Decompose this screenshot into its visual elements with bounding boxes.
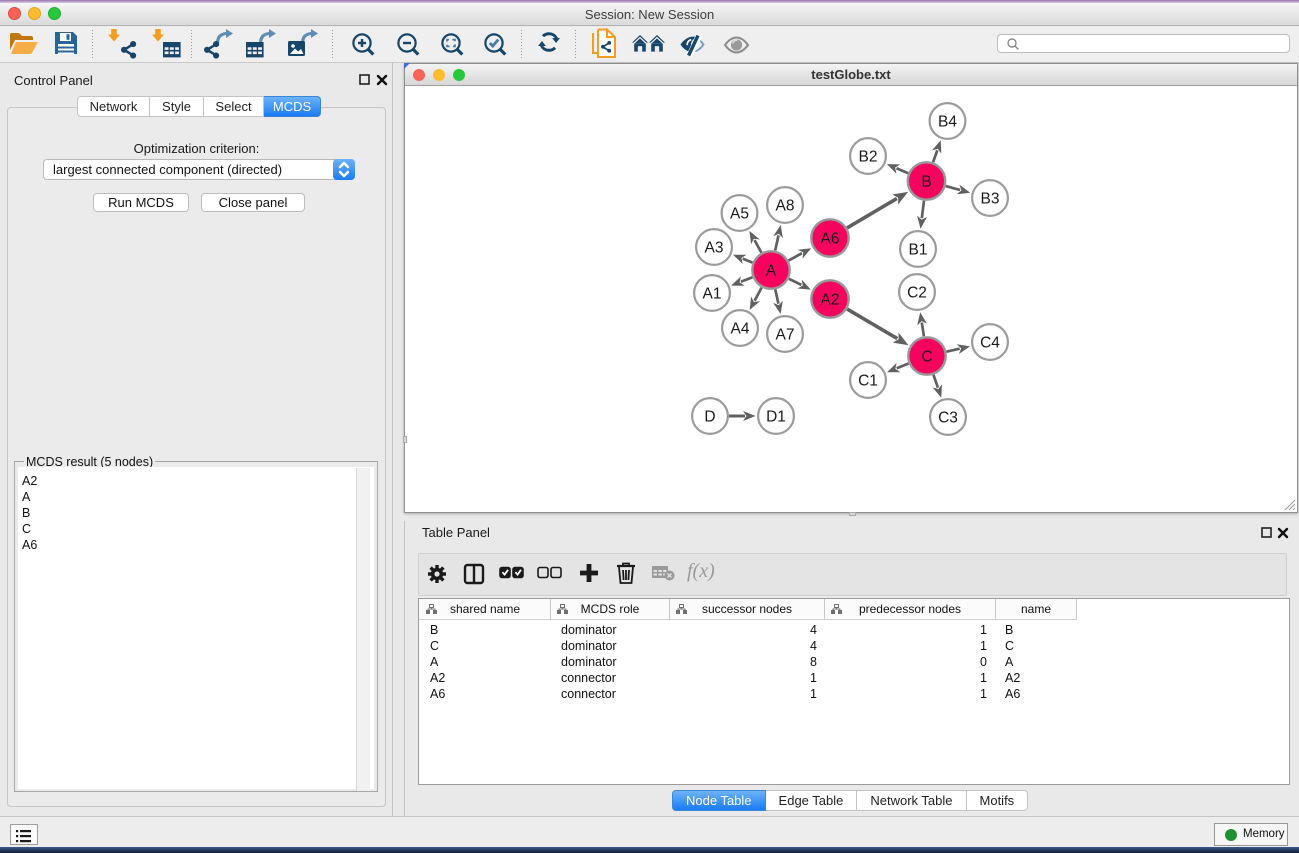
svg-text:B2: B2 bbox=[859, 149, 878, 166]
svg-text:C3: C3 bbox=[938, 410, 958, 427]
svg-text:D: D bbox=[704, 409, 715, 426]
svg-text:A3: A3 bbox=[705, 240, 724, 257]
svg-text:C4: C4 bbox=[980, 335, 1000, 352]
svg-text:A7: A7 bbox=[776, 327, 795, 344]
svg-text:C1: C1 bbox=[858, 373, 878, 390]
svg-text:B4: B4 bbox=[938, 114, 957, 131]
svg-text:D1: D1 bbox=[766, 409, 786, 426]
svg-text:B3: B3 bbox=[981, 191, 1000, 208]
svg-text:A1: A1 bbox=[703, 286, 722, 303]
svg-text:B1: B1 bbox=[909, 242, 928, 259]
svg-text:B: B bbox=[921, 174, 931, 191]
svg-text:A8: A8 bbox=[776, 198, 795, 215]
svg-text:A6: A6 bbox=[821, 231, 840, 248]
svg-text:A4: A4 bbox=[731, 321, 750, 338]
svg-text:A5: A5 bbox=[730, 206, 749, 223]
svg-text:A2: A2 bbox=[821, 292, 840, 309]
svg-text:A: A bbox=[766, 263, 777, 280]
svg-text:C2: C2 bbox=[907, 285, 927, 302]
svg-text:C: C bbox=[921, 349, 932, 366]
